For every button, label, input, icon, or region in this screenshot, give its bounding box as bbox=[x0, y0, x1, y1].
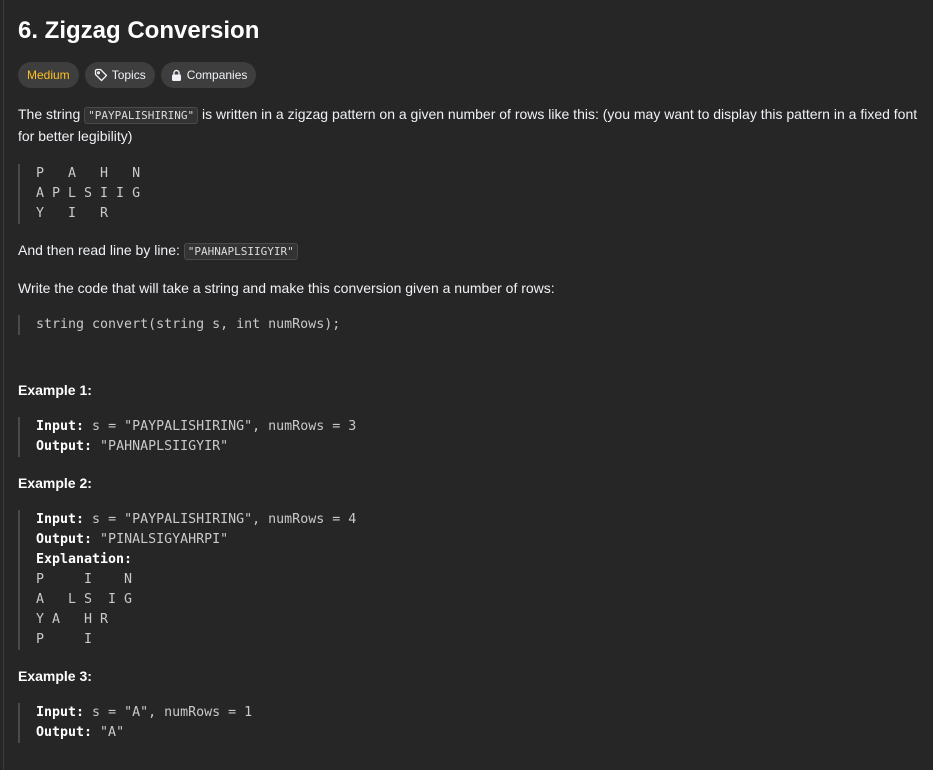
example-3-block: Input: s = "A", numRows = 1 Output: "A" bbox=[18, 703, 918, 743]
example-3-heading: Example 3: bbox=[18, 668, 92, 684]
difficulty-badge: Medium bbox=[18, 62, 79, 88]
output-value: "A" bbox=[92, 725, 125, 740]
input-label: Input: bbox=[36, 512, 85, 527]
example-2-block: Input: s = "PAYPALISHIRING", numRows = 4… bbox=[18, 510, 918, 650]
problem-title[interactable]: 6. Zigzag Conversion bbox=[18, 16, 918, 46]
difficulty-label: Medium bbox=[27, 68, 70, 82]
tag-icon bbox=[94, 68, 108, 82]
zigzag-pattern-block: P A H N A P L S I I G Y I R bbox=[18, 164, 918, 224]
example-1-block: Input: s = "PAYPALISHIRING", numRows = 3… bbox=[18, 417, 918, 457]
task-paragraph: Write the code that will take a string a… bbox=[18, 280, 555, 296]
input-value: s = "A", numRows = 1 bbox=[84, 705, 253, 720]
function-signature-block: string convert(string s, int numRows); bbox=[18, 315, 918, 335]
output-label: Output: bbox=[36, 532, 93, 547]
input-label: Input: bbox=[36, 419, 85, 434]
read-line-paragraph: And then read line by line: "PAHNAPLSIIG… bbox=[18, 240, 918, 262]
problem-tags: Medium Topics Companies bbox=[18, 62, 918, 88]
left-divider bbox=[3, 0, 4, 770]
input-label: Input: bbox=[36, 705, 85, 720]
output-value: "PAHNAPLSIIGYIR" bbox=[92, 439, 229, 454]
companies-button[interactable]: Companies bbox=[160, 62, 257, 88]
output-value: "PINALSIGYAHRPI" bbox=[92, 532, 229, 547]
problem-description: 6. Zigzag Conversion Medium Topics Compa… bbox=[18, 16, 918, 743]
input-value: s = "PAYPALISHIRING", numRows = 4 bbox=[84, 512, 357, 527]
inline-code-output-string: "PAHNAPLSIIGYIR" bbox=[183, 243, 298, 260]
lock-icon bbox=[170, 69, 183, 82]
topics-button[interactable]: Topics bbox=[84, 62, 155, 88]
intro-paragraph: The string "PAYPALISHIRING" is written i… bbox=[18, 104, 918, 147]
output-label: Output: bbox=[36, 725, 93, 740]
example-2-heading: Example 2: bbox=[18, 475, 92, 491]
topics-label: Topics bbox=[111, 68, 146, 82]
explanation-pattern: P I N A L S I G Y A H R P I bbox=[36, 572, 133, 647]
output-label: Output: bbox=[36, 439, 93, 454]
inline-code-input-string: "PAYPALISHIRING" bbox=[84, 107, 199, 124]
example-1-heading: Example 1: bbox=[18, 382, 92, 398]
input-value: s = "PAYPALISHIRING", numRows = 3 bbox=[84, 419, 357, 434]
companies-label: Companies bbox=[186, 68, 248, 82]
explanation-label: Explanation: bbox=[36, 552, 133, 567]
intro-text-start: The string bbox=[18, 106, 85, 122]
read-line-text: And then read line by line: bbox=[18, 242, 184, 258]
